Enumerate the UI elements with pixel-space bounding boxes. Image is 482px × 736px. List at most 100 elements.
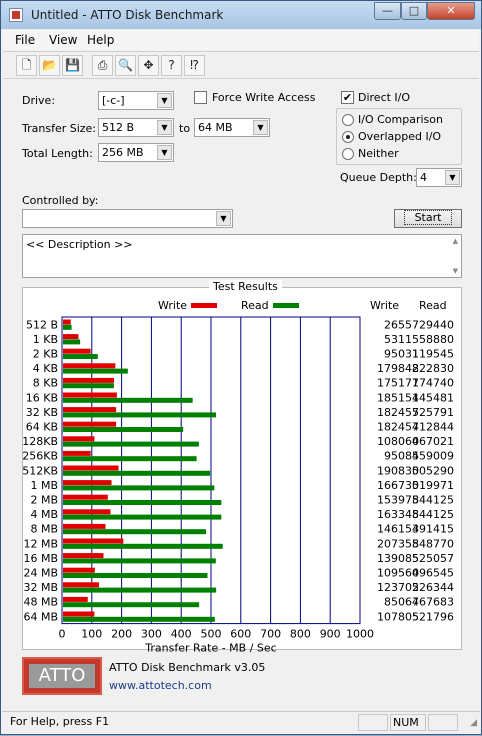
y-tick-label: 1 KB [33, 333, 58, 346]
atto-logo: ATTO [22, 657, 102, 695]
write-bar [63, 407, 117, 413]
y-tick-label: 512KB [22, 464, 58, 477]
y-tick-label: 2 KB [33, 348, 58, 361]
read-bar [63, 354, 98, 359]
y-tick-label: 512 B [26, 318, 58, 331]
write-bar [63, 348, 91, 354]
read-bar [63, 324, 72, 330]
status-bar: For Help, press F1 NUM ◢ [2, 711, 480, 733]
read-bar [63, 397, 193, 403]
read-value: 521796 [412, 610, 454, 623]
read-bar [63, 602, 200, 608]
read-value: 525791 [412, 406, 454, 419]
x-tick-label: 800 [290, 628, 311, 641]
read-bar [63, 485, 215, 491]
read-value: 544125 [412, 508, 454, 521]
read-bar [63, 339, 81, 345]
read-value: 174740 [412, 377, 454, 390]
y-tick-label: 32 KB [26, 406, 58, 419]
y-tick-label: 32 MB [23, 581, 58, 594]
x-tick-label: 300 [141, 628, 162, 641]
y-tick-label: 48 MB [23, 596, 58, 609]
read-value: 222830 [412, 362, 454, 375]
x-tick-label: 100 [81, 628, 102, 641]
x-axis-label: Transfer Rate - MB / Sec [144, 642, 276, 655]
read-value: 496545 [412, 567, 454, 580]
write-bar [63, 494, 108, 500]
y-tick-label: 16 KB [26, 391, 58, 404]
read-bar [63, 543, 223, 549]
read-bar [63, 456, 197, 462]
read-value: 58880 [419, 333, 454, 346]
atto-logo-text: ATTO [29, 664, 95, 688]
read-bar [63, 573, 208, 578]
read-value: 119545 [412, 348, 454, 361]
read-bar [63, 616, 215, 622]
read-bar [63, 587, 217, 593]
website-link[interactable]: www.attotech.com [109, 679, 212, 692]
read-value: 526344 [412, 581, 454, 594]
write-bar [63, 523, 106, 529]
read-value: 445481 [412, 391, 454, 404]
read-value: 519971 [412, 479, 454, 492]
read-value: 467683 [412, 596, 454, 609]
x-tick-label: 200 [111, 628, 132, 641]
read-bar [63, 383, 114, 389]
read-value: 525057 [412, 552, 454, 565]
read-bar [63, 427, 184, 432]
write-bar [63, 450, 91, 456]
y-tick-label: 2 MB [30, 494, 58, 507]
y-tick-label: 4 MB [30, 508, 58, 521]
read-value: 505290 [412, 464, 454, 477]
y-tick-label: 16 MB [23, 552, 58, 565]
resize-grip-icon[interactable]: ◢ [470, 718, 477, 728]
read-bar [63, 514, 222, 520]
write-bar [63, 319, 71, 325]
write-bar [63, 582, 99, 588]
y-tick-label: 8 MB [30, 523, 58, 536]
write-bar [63, 480, 112, 486]
write-bar [63, 334, 79, 340]
y-tick-label: 8 KB [33, 377, 58, 390]
write-value: 53115 [384, 333, 419, 346]
status-pane-scroll [428, 714, 458, 731]
write-bar [63, 465, 119, 471]
read-bar [63, 470, 211, 476]
x-tick-label: 900 [320, 628, 341, 641]
read-value: 544125 [412, 494, 454, 507]
x-tick-label: 0 [59, 628, 66, 641]
read-bar [63, 558, 216, 564]
read-value: 412844 [412, 421, 454, 434]
x-tick-label: 400 [171, 628, 192, 641]
read-bar [63, 412, 217, 418]
y-tick-label: 64 KB [26, 421, 58, 434]
read-value: 29440 [419, 318, 454, 331]
write-bar [63, 596, 88, 602]
app-window: Untitled - ATTO Disk Benchmark — □ ✕ Fil… [0, 0, 482, 735]
write-bar [63, 538, 124, 544]
y-tick-label: 24 MB [23, 567, 58, 580]
write-bar [63, 567, 95, 573]
write-bar [63, 363, 116, 369]
status-pane-caps [358, 714, 388, 731]
write-value: 26557 [384, 318, 419, 331]
transfer-rate-chart: 0 100 200 300 400 500 600 700 800 900 1000 Transfer… [22, 316, 454, 655]
status-pane-num: NUM [390, 714, 426, 731]
write-bar [63, 611, 95, 617]
x-tick-label: 700 [260, 628, 281, 641]
write-bar [63, 421, 117, 427]
write-bar [63, 553, 104, 559]
read-bar [63, 529, 207, 535]
read-bar [63, 441, 199, 447]
x-tick-label: 600 [230, 628, 251, 641]
write-bar [63, 377, 114, 383]
status-text: For Help, press F1 [10, 715, 110, 728]
y-tick-label: 128KB [22, 435, 58, 448]
read-value: 491415 [412, 523, 454, 536]
x-tick-label: 1000 [346, 628, 374, 641]
num-lock-indicator: NUM [393, 716, 419, 729]
y-tick-label: 64 MB [23, 610, 58, 623]
y-tick-label: 12 MB [23, 537, 58, 550]
product-version: ATTO Disk Benchmark v3.05 [109, 661, 266, 674]
read-bar [63, 368, 128, 374]
